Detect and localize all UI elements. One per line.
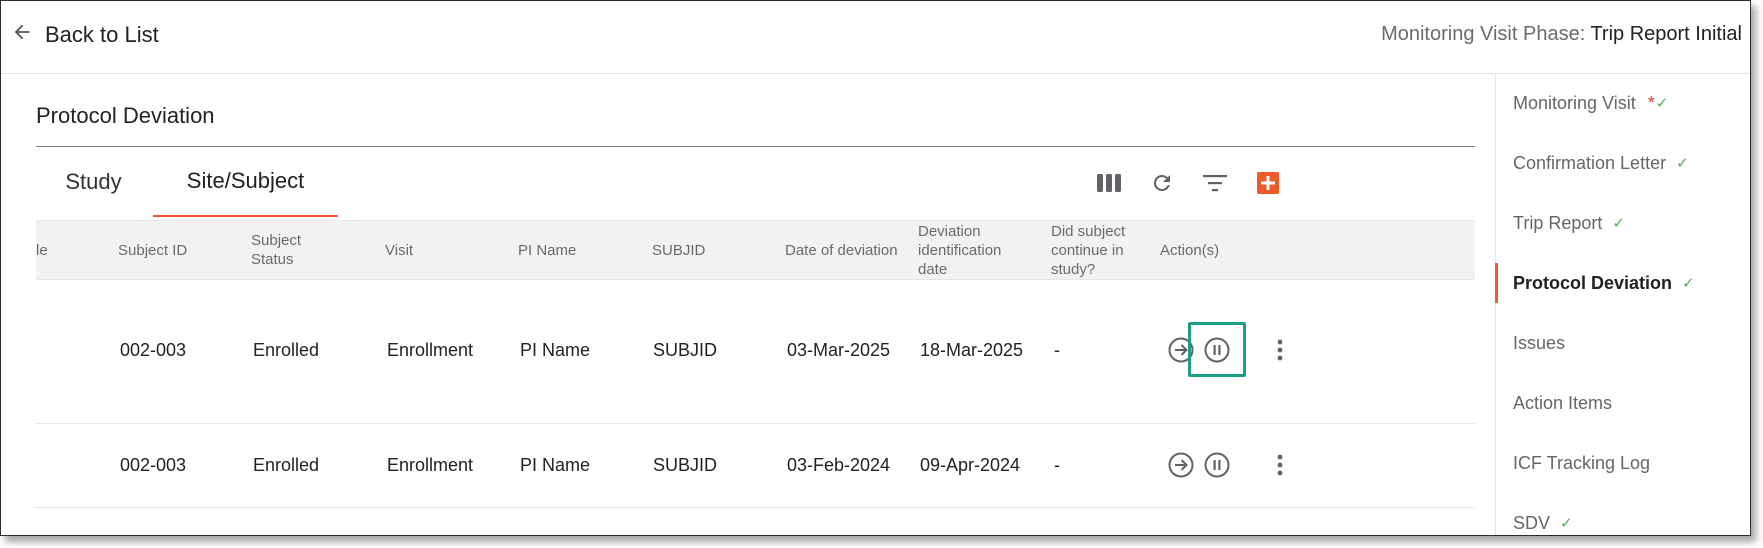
- sidebar-item-label: Issues: [1513, 332, 1566, 353]
- sidebar-item-label: SDV: [1513, 512, 1551, 533]
- cell-pi-name: PI Name: [520, 455, 591, 475]
- cell-deviation-identification-date: 18-Mar-2025: [920, 340, 1024, 360]
- check-icon: ✓: [1682, 275, 1695, 292]
- cell-visit: Enrollment: [387, 455, 474, 475]
- sidebar-item-label: Protocol Deviation: [1513, 272, 1673, 293]
- cell-subject-status: Enrolled: [253, 455, 320, 475]
- filter-icon[interactable]: [1200, 168, 1230, 198]
- column-header-visit[interactable]: Visit: [385, 221, 505, 279]
- cell-subject-id: 002-003: [120, 455, 187, 475]
- cell-deviation-identification-date: 09-Apr-2024: [920, 455, 1021, 475]
- arrow-left-icon: [11, 21, 33, 48]
- cell-date-of-deviation: 03-Mar-2025: [787, 340, 891, 360]
- check-icon: ✓: [1676, 155, 1689, 172]
- sidebar-item-trip-report[interactable]: Trip Report ✓: [1496, 201, 1750, 245]
- column-header-did-subject-continue[interactable]: Did subject continue in study?: [1051, 221, 1146, 279]
- main-content: Protocol Deviation Study Site/Subject le…: [1, 74, 1516, 535]
- back-to-list-label: Back to List: [45, 21, 159, 47]
- cell-date-of-deviation: 03-Feb-2024: [787, 455, 891, 475]
- sidebar-item-label: ICF Tracking Log: [1513, 452, 1651, 473]
- check-icon: ✓: [1560, 515, 1573, 532]
- tab-study[interactable]: Study: [36, 147, 151, 217]
- column-header-actions: Action(s): [1160, 241, 1220, 259]
- cell-did-subject-continue: -: [1054, 340, 1060, 360]
- app-window: Back to List Monitoring Visit Phase: Tri…: [0, 0, 1751, 536]
- page-title: Protocol Deviation: [36, 103, 215, 128]
- more-vertical-icon[interactable]: [1262, 447, 1298, 483]
- cell-did-subject-continue: -: [1054, 455, 1060, 475]
- phase-label: Monitoring Visit Phase:: [1381, 23, 1591, 45]
- pause-circle-icon[interactable]: [1199, 332, 1235, 368]
- column-header-date-of-deviation[interactable]: Date of deviation: [785, 221, 915, 279]
- sidebar-item-action-items[interactable]: Action Items: [1496, 381, 1750, 425]
- arrow-right-circle-icon[interactable]: [1163, 447, 1199, 483]
- sidebar-item-protocol-deviation[interactable]: Protocol Deviation ✓: [1496, 261, 1750, 305]
- sidebar-item-sdv[interactable]: SDV ✓: [1496, 501, 1750, 535]
- phase-value: Trip Report Initial: [1590, 23, 1742, 45]
- check-icon: ✓: [1655, 95, 1669, 112]
- pause-circle-icon[interactable]: [1199, 447, 1235, 483]
- more-vertical-icon[interactable]: [1262, 332, 1298, 368]
- sidebar-item-label: Action Items: [1513, 392, 1613, 413]
- column-header-subjid[interactable]: SUBJID: [652, 221, 772, 279]
- sidebar-item-label: Trip Report: [1513, 212, 1603, 233]
- column-header-subject-id[interactable]: Subject ID: [118, 221, 238, 279]
- add-icon[interactable]: [1253, 168, 1283, 198]
- table-header: le Subject ID Subject Status Visit PI Na…: [36, 220, 1475, 280]
- sidebar-item-label: Confirmation Letter: [1513, 152, 1667, 173]
- refresh-icon[interactable]: [1147, 168, 1177, 198]
- cell-subjid: SUBJID: [653, 455, 718, 475]
- cell-subject-id: 002-003: [120, 340, 187, 360]
- back-to-list-link[interactable]: Back to List: [11, 21, 159, 48]
- sidebar-item-monitoring-visit[interactable]: Monitoring Visit * ✓: [1496, 81, 1750, 125]
- top-bar: Back to List Monitoring Visit Phase: Tri…: [1, 1, 1750, 74]
- column-header-truncated: le: [36, 241, 48, 259]
- cell-subject-status: Enrolled: [253, 340, 320, 360]
- column-header-deviation-identification-date[interactable]: Deviation identification date: [918, 221, 1028, 279]
- section-nav-sidebar: Monitoring Visit * ✓ Confirmation Letter ✓ …: [1495, 74, 1750, 535]
- columns-icon[interactable]: [1094, 168, 1124, 198]
- cell-subjid: SUBJID: [653, 340, 718, 360]
- sidebar-item-confirmation-letter[interactable]: Confirmation Letter ✓: [1496, 141, 1750, 185]
- sidebar-item-label: Monitoring Visit: [1513, 92, 1636, 113]
- table-row[interactable]: 002-003 Enrolled Enrollment PI Name SUBJ…: [36, 278, 1475, 424]
- check-icon: ✓: [1612, 215, 1625, 232]
- table-row[interactable]: 002-003 Enrolled Enrollment PI Name SUBJ…: [36, 424, 1475, 508]
- cell-visit: Enrollment: [387, 340, 474, 360]
- sidebar-item-icf-tracking-log[interactable]: ICF Tracking Log: [1496, 441, 1750, 485]
- column-header-pi-name[interactable]: PI Name: [518, 221, 638, 279]
- phase-indicator: Monitoring Visit Phase: Trip Report Init…: [1381, 23, 1742, 46]
- required-asterisk: *: [1647, 92, 1655, 113]
- sidebar-item-issues[interactable]: Issues: [1496, 321, 1750, 365]
- tab-site-subject[interactable]: Site/Subject: [153, 147, 338, 217]
- column-header-subject-status[interactable]: Subject Status: [251, 221, 341, 279]
- cell-pi-name: PI Name: [520, 340, 591, 360]
